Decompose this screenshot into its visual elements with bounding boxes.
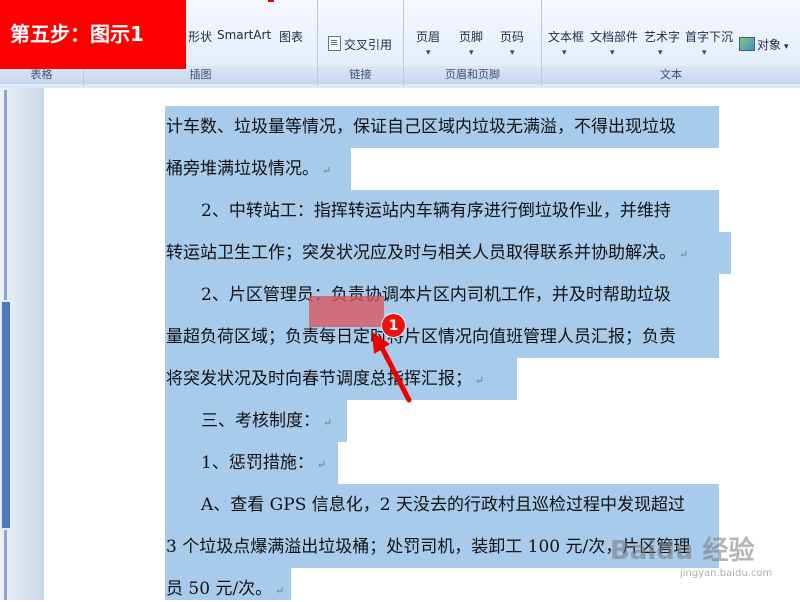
object-icon [739, 37, 755, 51]
doc-parts-button[interactable]: 文档部件 [590, 28, 638, 45]
group-header-footer: 页眉 ▾ 页脚 ▾ 页码 ▾ 页眉和页脚 [404, 0, 542, 86]
dropcap-button[interactable]: 首字下沉 [685, 28, 733, 45]
document-line-text[interactable]: 转运站卫生工作；突发状况应及时与相关人员取得联系并协助解决。 ↵ [166, 242, 688, 266]
object-label: 对象 [757, 38, 782, 52]
textbox-dropdown-icon[interactable]: ▾ [562, 48, 567, 58]
cross-reference-button[interactable]: 交叉引用 [328, 36, 392, 53]
chart-button[interactable]: 图表 [279, 28, 303, 45]
shapes-button[interactable]: 形状 [188, 28, 212, 45]
document-line: 1、惩罚措施： ↵ [0, 442, 800, 484]
annotation-highlight-box [309, 296, 384, 327]
line-content: 将突发状况及时向春节调度总指挥汇报； [166, 369, 472, 389]
paragraph-mark: ↵ [316, 458, 327, 471]
group-label-text: 文本 [542, 66, 800, 84]
line-content: 桶旁堆满垃圾情况。 [166, 159, 319, 179]
document-line: 三、考核制度： ↵ [0, 400, 800, 442]
step-banner: 第五步：图示1 [0, 0, 186, 69]
doc-parts-dropdown-icon[interactable]: ▾ [610, 48, 615, 58]
header-dropdown-icon[interactable]: ▾ [426, 48, 431, 58]
textbox-button[interactable]: 文本框 [548, 28, 584, 45]
header-button[interactable]: 页眉 [416, 28, 440, 45]
footer-button[interactable]: 页脚 [459, 28, 483, 45]
document-line: A、查看 GPS 信息化，2 天没去的行政村且巡检过程中发现超过 [0, 484, 800, 526]
document-line-text[interactable]: 将突发状况及时向春节调度总指挥汇报； ↵ [166, 368, 484, 392]
watermark-brand: Baidu 经验 [610, 536, 755, 566]
document-line-text[interactable]: 员 50 元/次。 ↵ [166, 578, 284, 602]
paragraph-mark: ↵ [679, 248, 689, 261]
document-line-text[interactable]: A、查看 GPS 信息化，2 天没去的行政村且巡检过程中发现超过 [201, 494, 685, 516]
group-text: 文本框 ▾ 文档部件 ▾ 艺术字 ▾ 首字下沉 ▾ 对象 ▾ 文本 [542, 0, 800, 86]
annotation-number-badge: 1 [381, 313, 406, 338]
page-number-button[interactable]: 页码 [500, 28, 524, 45]
document-line-text[interactable]: 桶旁堆满垃圾情况。 ↵ [166, 158, 331, 182]
wordart-dropdown-icon[interactable]: ▾ [658, 48, 663, 58]
line-content: 三、考核制度： [201, 411, 320, 431]
document-line-text[interactable]: 2、片区管理员：负责协调本片区内司机工作，并及时帮助垃圾 [201, 284, 671, 306]
document-line-text[interactable]: 计车数、垃圾量等情况，保证自己区域内垃圾无满溢，不得出现垃圾 [166, 116, 676, 138]
document-line: 转运站卫生工作；突发状况应及时与相关人员取得联系并协助解决。 ↵ [0, 232, 800, 274]
document-line-text[interactable]: 2、中转站工：指挥转运站内车辆有序进行倒垃圾作业，并维持 [201, 200, 671, 222]
paragraph-mark: ↵ [322, 164, 332, 177]
smartart-button[interactable]: SmartArt [217, 28, 271, 42]
page-number-dropdown-icon[interactable]: ▾ [510, 48, 515, 58]
document-line-text[interactable]: 量超负荷区域；负责每日定时将片区情况向值班管理人员汇报；负责 [166, 326, 676, 348]
document-line: 2、中转站工：指挥转运站内车辆有序进行倒垃圾作业，并维持 [0, 190, 800, 232]
annotation-arrow-icon [372, 332, 412, 403]
line-content: 1、惩罚措施： [201, 453, 314, 473]
object-button[interactable]: 对象 ▾ [739, 36, 789, 53]
line-content: 员 50 元/次。 [166, 579, 273, 599]
group-label-links: 链接 [318, 66, 403, 84]
paragraph-mark: ↵ [275, 584, 285, 597]
document-line-text[interactable]: 1、惩罚措施： ↵ [201, 452, 326, 476]
footer-dropdown-icon[interactable]: ▾ [469, 48, 474, 58]
object-dropdown-icon: ▾ [784, 42, 789, 52]
document-line-text[interactable]: 三、考核制度： ↵ [201, 410, 332, 434]
cross-reference-icon [328, 36, 341, 51]
dropcap-dropdown-icon[interactable]: ▾ [702, 48, 707, 58]
document-line: 桶旁堆满垃圾情况。 ↵ [0, 148, 800, 190]
group-label-header-footer: 页眉和页脚 [404, 66, 541, 84]
cross-reference-label: 交叉引用 [344, 38, 393, 52]
document-line: 2、片区管理员：负责协调本片区内司机工作，并及时帮助垃圾 [0, 274, 800, 316]
paragraph-mark: ↵ [475, 374, 485, 387]
paragraph-mark: ↵ [323, 416, 333, 429]
wordart-button[interactable]: 艺术字 [644, 28, 680, 45]
document-line: 计车数、垃圾量等情况，保证自己区域内垃圾无满溢，不得出现垃圾 [0, 106, 800, 148]
line-content: 转运站卫生工作；突发状况应及时与相关人员取得联系并协助解决。 [166, 243, 676, 263]
group-links: 交叉引用 链接 [318, 0, 404, 86]
watermark-url: jingyan.baidu.com [680, 568, 773, 579]
